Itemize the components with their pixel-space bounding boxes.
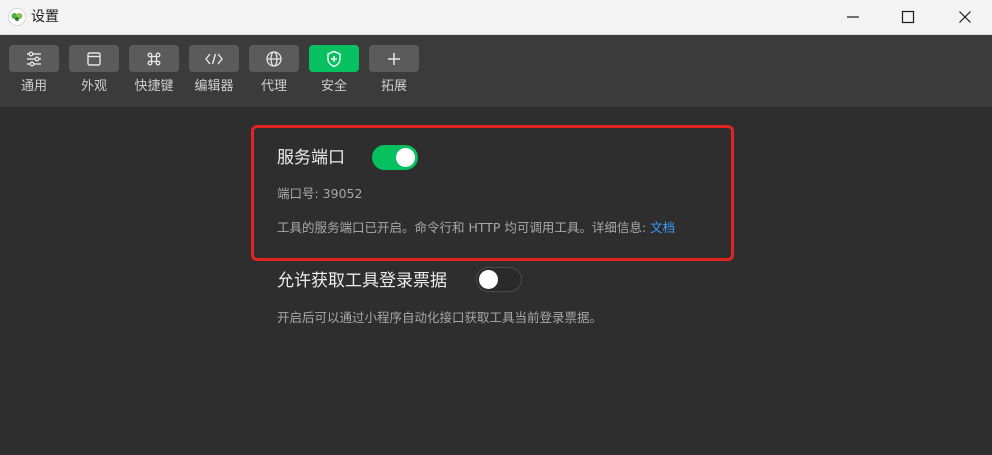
maximize-button[interactable] <box>883 0 933 34</box>
docs-link[interactable]: 文档 <box>650 220 675 235</box>
tab-appearance-label: 外观 <box>80 79 107 94</box>
tab-editor-label: 编辑器 <box>194 79 234 94</box>
login-ticket-toggle[interactable] <box>476 267 522 292</box>
tab-general-button[interactable] <box>9 45 59 72</box>
settings-toolbar: 通用 外观 快捷键 编辑器 代理 安全 拓展 <box>0 35 992 107</box>
minimize-icon <box>847 16 859 18</box>
window-icon <box>87 51 101 66</box>
tab-appearance[interactable]: 外观 <box>69 45 119 101</box>
login-ticket-description: 开启后可以通过小程序自动化接口获取工具当前登录票据。 <box>277 310 603 325</box>
tab-extensions[interactable]: 拓展 <box>369 45 419 101</box>
globe-icon <box>266 50 282 67</box>
login-ticket-title: 允许获取工具登录票据 <box>277 271 447 291</box>
maximize-icon <box>901 10 915 24</box>
service-port-description: 工具的服务端口已开启。命令行和 HTTP 均可调用工具。详细信息: 文档 <box>277 219 675 237</box>
tab-editor-button[interactable] <box>189 45 239 72</box>
tab-general-label: 通用 <box>20 79 47 94</box>
toggle-knob <box>479 270 498 289</box>
toggle-knob <box>396 148 415 167</box>
close-button[interactable] <box>940 0 990 34</box>
tab-shortcuts-label: 快捷键 <box>134 79 174 94</box>
sliders-icon <box>27 51 41 66</box>
service-port-description-text: 工具的服务端口已开启。命令行和 HTTP 均可调用工具。详细信息: <box>277 220 651 235</box>
service-port-toggle[interactable] <box>372 145 418 170</box>
close-icon <box>959 11 971 23</box>
tab-general[interactable]: 通用 <box>9 45 59 101</box>
tab-proxy-label: 代理 <box>260 79 287 94</box>
tab-editor[interactable]: 编辑器 <box>189 45 239 101</box>
code-brackets-icon <box>205 53 223 64</box>
tab-shortcuts-button[interactable] <box>129 45 179 72</box>
tab-proxy-button[interactable] <box>249 45 299 72</box>
plus-icon <box>388 52 400 65</box>
shield-icon <box>327 50 341 67</box>
window-title: 设置 <box>31 9 59 25</box>
tab-shortcuts[interactable]: 快捷键 <box>129 45 179 101</box>
tab-security-label: 安全 <box>320 79 347 94</box>
app-logo-icon <box>8 8 26 26</box>
tab-extensions-label: 拓展 <box>380 79 407 94</box>
command-key-icon <box>147 52 161 65</box>
tab-extensions-button[interactable] <box>369 45 419 72</box>
tab-security[interactable]: 安全 <box>309 45 359 101</box>
service-port-title: 服务端口 <box>277 148 345 168</box>
minimize-button[interactable] <box>828 0 878 34</box>
service-port-number: 端口号: 39052 <box>277 186 363 201</box>
title-bar: 设置 <box>0 0 992 35</box>
tab-appearance-button[interactable] <box>69 45 119 72</box>
tab-security-button[interactable] <box>309 45 359 72</box>
tab-proxy[interactable]: 代理 <box>249 45 299 101</box>
